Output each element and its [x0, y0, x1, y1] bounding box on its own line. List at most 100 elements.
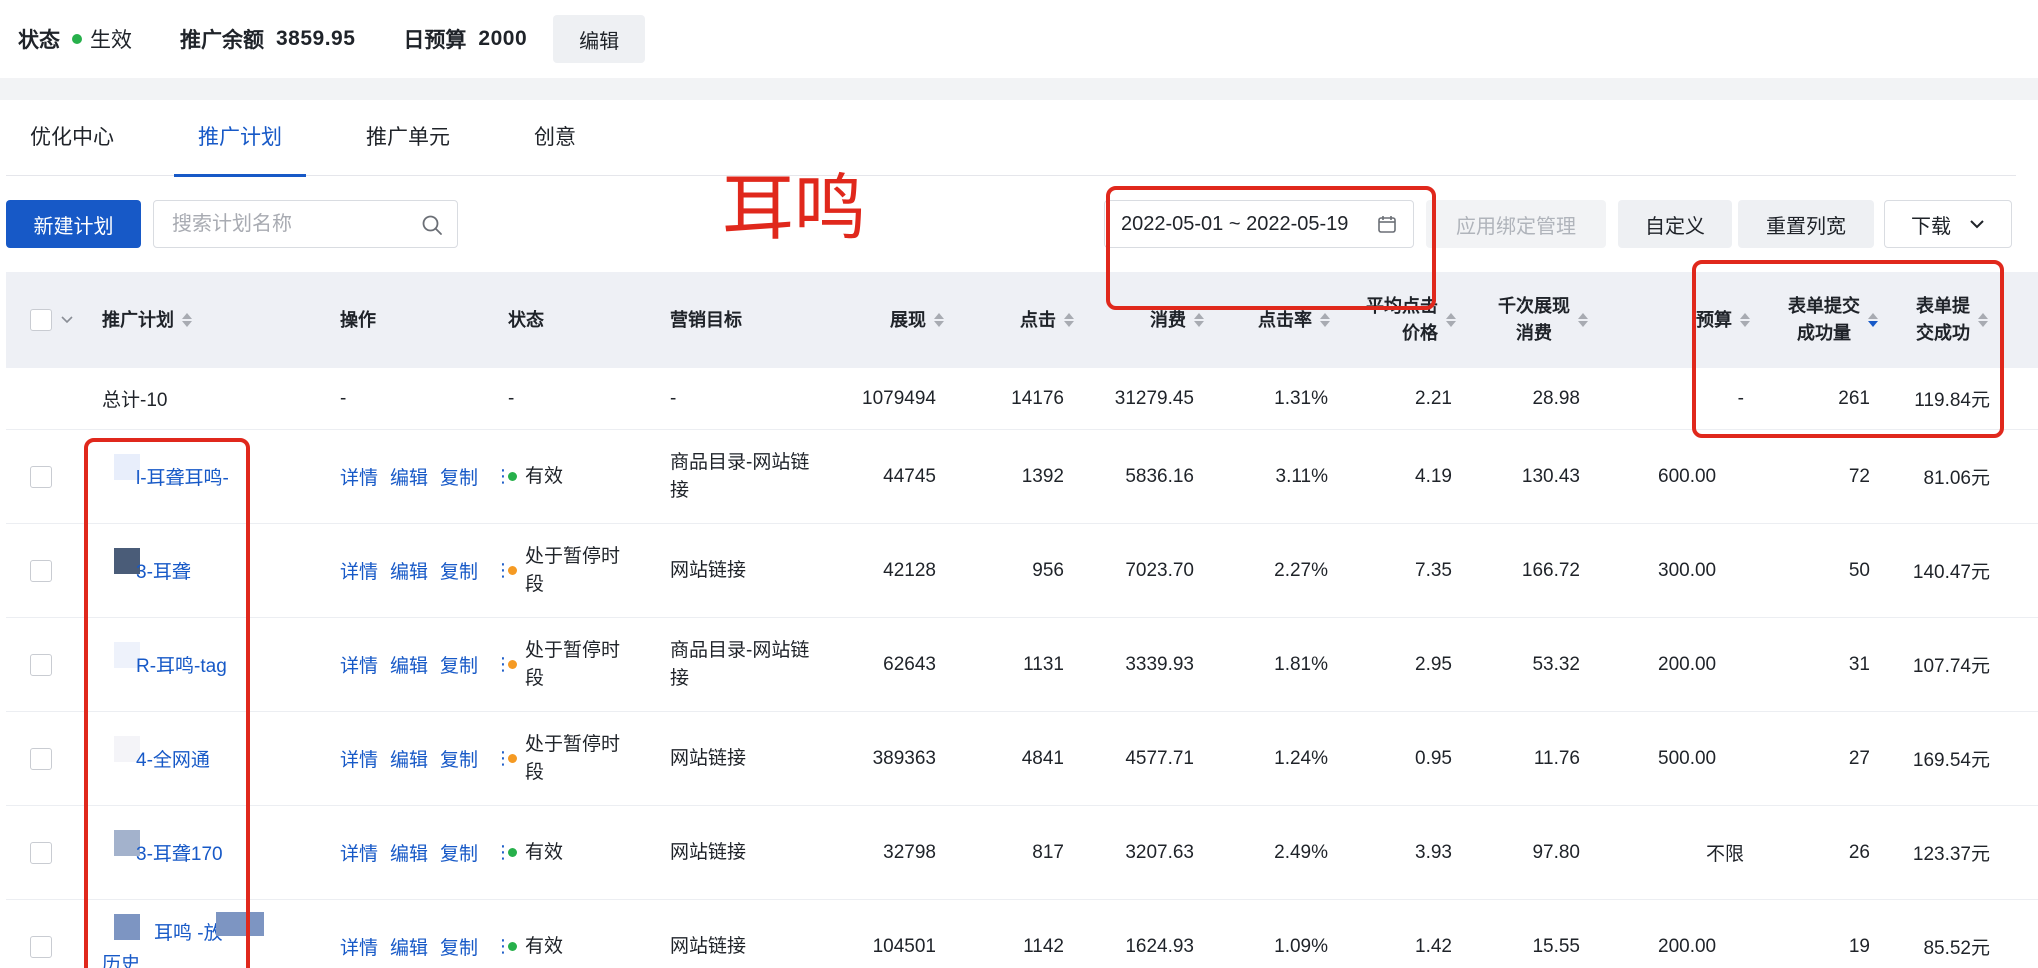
cell-conv: 31 [1848, 653, 1870, 675]
select-all-checkbox[interactable] [30, 309, 52, 331]
tab-optimization-center[interactable]: 优化中心 [6, 100, 138, 176]
row-checkbox[interactable] [30, 465, 52, 488]
header-ctr-label: 点击率 [1258, 309, 1312, 330]
row-checkbox[interactable] [30, 559, 52, 582]
download-dropdown[interactable]: 下载 [1884, 200, 2012, 248]
cell-budget: 500.00 [1658, 747, 1717, 769]
detail-link[interactable]: 详情 [340, 839, 378, 866]
row-actions: 详情 编辑 复制 ⋮ [340, 524, 524, 617]
row-actions: 详情 编辑 复制 ⋮ [340, 618, 524, 711]
cell-impressions: 44745 [883, 465, 936, 487]
status-dot [508, 942, 517, 951]
cell-conv: 19 [1848, 935, 1870, 957]
header-ops-label: 操作 [340, 309, 376, 330]
status-dot [508, 660, 517, 669]
cell-cpm: 130.43 [1521, 465, 1580, 487]
table-row: 3-耳聋 详情 编辑 复制 ⋮ 处于暂停时段 网站链接 42128 956 7023.7… [6, 524, 2038, 618]
search-icon[interactable] [421, 214, 443, 236]
edit-link[interactable]: 编辑 [390, 933, 428, 960]
copy-link[interactable]: 复制 [440, 557, 478, 584]
copy-link[interactable]: 复制 [440, 933, 478, 960]
tab-campaigns[interactable]: 推广计划 [174, 100, 306, 177]
search-input[interactable] [172, 212, 412, 236]
status-active-dot [72, 34, 82, 44]
detail-link[interactable]: 详情 [340, 463, 378, 490]
row-select[interactable] [30, 430, 52, 523]
cell-cost: 4577.71 [1125, 747, 1194, 769]
sort-icon[interactable] [182, 313, 192, 327]
row-checkbox[interactable] [30, 747, 52, 770]
goal-text: 网站链接 [670, 747, 747, 769]
copy-link[interactable]: 复制 [440, 651, 478, 678]
sort-icon[interactable] [934, 313, 944, 327]
download-label: 下载 [1911, 215, 1951, 238]
new-plan-button[interactable]: 新建计划 [6, 200, 141, 248]
total-status: - [508, 387, 515, 409]
cell-ctr: 2.27% [1274, 559, 1328, 581]
cell-cpm: 97.80 [1532, 841, 1580, 863]
header-cpm[interactable]: 千次展现 消费 [1466, 272, 1588, 368]
total-cpc: 2.21 [1415, 387, 1452, 409]
header-select-all[interactable] [30, 272, 74, 368]
row-checkbox[interactable] [30, 935, 52, 958]
annotation-box-conversions [1692, 260, 2004, 438]
detail-link[interactable]: 详情 [340, 651, 378, 678]
tab-ad-groups[interactable]: 推广单元 [342, 100, 474, 176]
total-clicks: 14176 [1011, 387, 1064, 409]
copy-link[interactable]: 复制 [440, 745, 478, 772]
tab-creatives[interactable]: 创意 [510, 100, 600, 176]
table-row: R-耳鸣-tag 详情 编辑 复制 ⋮ 处于暂停时段 商品目录-网站链接 62643… [6, 618, 2038, 712]
balance-group: 推广余额 3859.95 [180, 24, 355, 54]
copy-link[interactable]: 复制 [440, 463, 478, 490]
cell-cpc: 0.95 [1415, 747, 1452, 769]
detail-link[interactable]: 详情 [340, 557, 378, 584]
edit-link[interactable]: 编辑 [390, 651, 428, 678]
cell-clicks: 817 [1032, 841, 1064, 863]
row-select[interactable] [30, 524, 52, 617]
cell-impressions: 42128 [883, 559, 936, 581]
cell-cost: 3339.93 [1125, 653, 1194, 675]
header-impressions[interactable]: 展现 [826, 272, 944, 368]
cell-clicks: 4841 [1021, 747, 1064, 769]
sort-icon[interactable] [1446, 313, 1456, 327]
account-summary-bar: 状态 生效 推广余额 3859.95 日预算 2000 编辑 [0, 0, 2038, 78]
app-binding-button[interactable]: 应用绑定管理 [1426, 200, 1606, 248]
edit-link[interactable]: 编辑 [390, 745, 428, 772]
row-select[interactable] [30, 712, 52, 805]
cell-ctr: 1.24% [1274, 747, 1328, 769]
row-actions: 详情 编辑 复制 ⋮ [340, 430, 524, 523]
section-divider [0, 78, 2038, 100]
sort-icon[interactable] [1578, 313, 1588, 327]
copy-link[interactable]: 复制 [440, 839, 478, 866]
detail-link[interactable]: 详情 [340, 933, 378, 960]
edit-link[interactable]: 编辑 [390, 557, 428, 584]
detail-link[interactable]: 详情 [340, 745, 378, 772]
header-cpm-line1: 千次展现 [1498, 296, 1570, 316]
edit-link[interactable]: 编辑 [390, 463, 428, 490]
edit-link[interactable]: 编辑 [390, 839, 428, 866]
reset-column-width-button[interactable]: 重置列宽 [1738, 200, 1874, 248]
edit-budget-button[interactable]: 编辑 [553, 15, 646, 63]
sort-icon[interactable] [1064, 313, 1074, 327]
cell-ctr: 1.81% [1274, 653, 1328, 675]
row-select[interactable] [30, 618, 52, 711]
header-clicks[interactable]: 点击 [956, 272, 1074, 368]
cell-clicks: 1131 [1023, 653, 1064, 675]
total-impressions: 1079494 [862, 387, 936, 409]
row-select[interactable] [30, 806, 52, 899]
cell-cpa: 81.06元 [1923, 468, 1990, 489]
chevron-down-icon[interactable] [60, 315, 74, 325]
status-group: 状态 生效 [18, 24, 132, 54]
customize-columns-button[interactable]: 自定义 [1618, 200, 1732, 248]
cell-cpc: 1.42 [1415, 935, 1452, 957]
daily-budget-label: 日预算 [403, 29, 467, 52]
sort-icon[interactable] [1194, 313, 1204, 327]
row-select[interactable] [30, 900, 52, 968]
header-plan[interactable]: 推广计划 [102, 272, 192, 368]
row-checkbox[interactable] [30, 841, 52, 864]
row-checkbox[interactable] [30, 653, 52, 676]
table-row: 耳鸣 -放 历史 详情 编辑 复制 ⋮ 有效 网站链接 104501 1142 1624.… [6, 900, 2038, 968]
cell-clicks: 1392 [1021, 465, 1064, 487]
sort-icon[interactable] [1320, 313, 1330, 327]
cell-clicks: 956 [1032, 559, 1064, 581]
